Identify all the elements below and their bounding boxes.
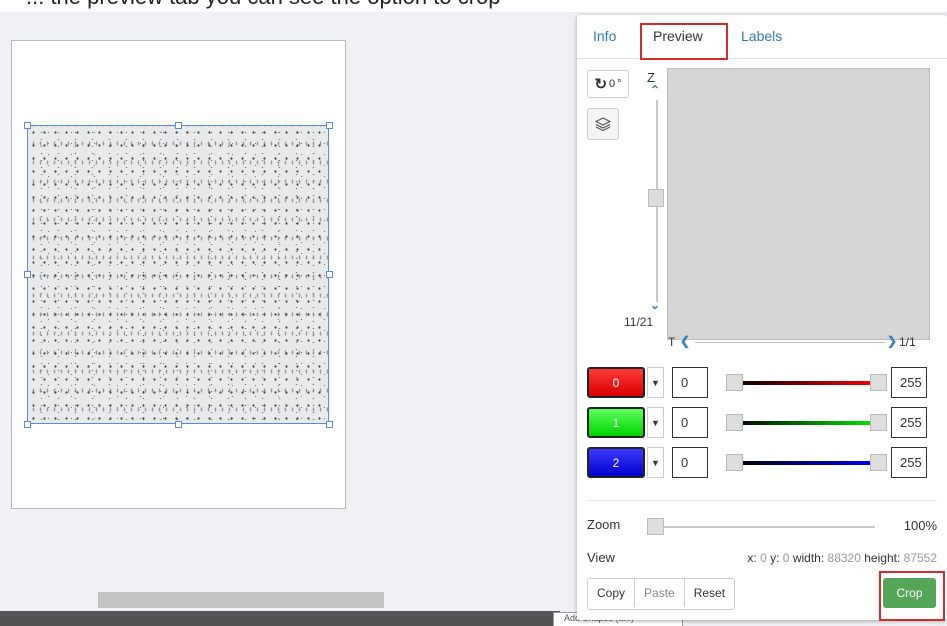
- reset-button[interactable]: Reset: [684, 579, 735, 607]
- crop-handle-bottom-left[interactable]: [24, 421, 31, 428]
- channel-range-slider[interactable]: [735, 461, 878, 465]
- channel-row-green: 1 ▼ 0 255: [587, 406, 947, 440]
- channel-menu-button[interactable]: ▼: [647, 407, 664, 438]
- channel-min-input[interactable]: 0: [672, 447, 708, 478]
- crop-handle-left[interactable]: [24, 271, 31, 278]
- channel-min-handle[interactable]: [726, 374, 743, 391]
- view-x-label: x:: [747, 551, 757, 565]
- channel-range-slider[interactable]: [735, 421, 878, 425]
- t-position: 1/1: [899, 335, 916, 349]
- channel-index: 0: [612, 375, 620, 390]
- crop-handle-top[interactable]: [175, 122, 182, 129]
- zoom-slider-handle[interactable]: [647, 518, 664, 535]
- caret-down-icon: ▼: [651, 457, 660, 468]
- paste-button[interactable]: Paste: [635, 579, 685, 607]
- roi-button-group: Copy Paste Reset: [587, 578, 736, 610]
- crop-handle-bottom-right[interactable]: [326, 421, 333, 428]
- channel-min-handle[interactable]: [726, 414, 743, 431]
- view-width-value: 88320: [827, 551, 861, 565]
- divider: [587, 500, 937, 501]
- channel-row-red: 0 ▼ 0 255: [587, 366, 947, 400]
- rotate-button[interactable]: ↻ 0 °: [587, 70, 629, 98]
- caret-down-icon: ▼: [651, 377, 660, 388]
- channel-color-button[interactable]: 1: [587, 407, 645, 438]
- tab-labels[interactable]: Labels: [741, 28, 782, 44]
- copy-button[interactable]: Copy: [588, 579, 636, 607]
- panel-tabs: Info Preview Labels: [577, 15, 947, 59]
- channel-max-input[interactable]: 255: [891, 407, 927, 438]
- caret-down-icon: ▼: [651, 417, 660, 428]
- t-slider-track[interactable]: [695, 342, 885, 343]
- bottom-bar: [0, 611, 560, 626]
- horizontal-scrollbar-thumb[interactable]: [98, 592, 384, 608]
- rotation-unit: °: [617, 78, 622, 90]
- view-height-label: height:: [864, 551, 901, 565]
- channel-min-input[interactable]: 0: [672, 367, 708, 398]
- channel-max-input[interactable]: 255: [891, 447, 927, 478]
- highlight-preview-tab: [640, 23, 728, 60]
- channel-min-handle[interactable]: [726, 454, 743, 471]
- channel-max-input[interactable]: 255: [891, 367, 927, 398]
- highlight-crop-button: [879, 571, 945, 621]
- zoom-label: Zoom: [587, 517, 621, 532]
- zoom-value: 100%: [903, 518, 937, 533]
- layers-icon: [595, 117, 611, 132]
- chevron-up-icon[interactable]: ⌃: [650, 83, 660, 97]
- crop-handle-right[interactable]: [326, 271, 333, 278]
- caption-strip: ... the preview tab you can see the opti…: [0, 0, 947, 12]
- chevron-right-icon[interactable]: ❯: [887, 334, 897, 348]
- rotation-value: 0: [609, 78, 616, 90]
- view-label: View: [587, 550, 615, 565]
- view-y-label: y:: [770, 551, 780, 565]
- channel-index: 1: [612, 415, 620, 430]
- channel-row-blue: 2 ▼ 0 255: [587, 446, 947, 480]
- t-axis-label: T: [668, 335, 676, 349]
- crop-handle-top-left[interactable]: [24, 122, 31, 129]
- view-y-value: 0: [782, 551, 790, 565]
- channel-max-handle[interactable]: [870, 374, 887, 391]
- channel-color-button[interactable]: 0: [587, 367, 645, 398]
- crop-selection[interactable]: [27, 125, 329, 424]
- view-height-value: 87552: [903, 551, 937, 565]
- crop-handle-top-right[interactable]: [326, 122, 333, 129]
- view-coordinates: x: 0 y: 0 width: 88320 height: 87552: [747, 551, 937, 565]
- channel-menu-button[interactable]: ▼: [647, 367, 664, 398]
- layers-button[interactable]: [587, 108, 619, 140]
- channel-menu-button[interactable]: ▼: [647, 447, 664, 478]
- channel-max-handle[interactable]: [870, 414, 887, 431]
- channel-index: 2: [612, 455, 620, 470]
- z-position: 11/21: [624, 315, 654, 329]
- channel-color-button[interactable]: 2: [587, 447, 645, 478]
- z-slider-thumb[interactable]: [648, 189, 664, 207]
- zoom-slider-track[interactable]: [655, 526, 875, 528]
- crop-handle-bottom[interactable]: [175, 421, 182, 428]
- channel-range-slider[interactable]: [735, 381, 878, 385]
- caption-text: ... the preview tab you can see the opti…: [26, 0, 501, 10]
- preview-panel: Info Preview Labels ↻ 0 ° Z ⌃ ⌄ 11/21 T …: [577, 15, 947, 621]
- preview-thumbnail: [667, 68, 930, 340]
- view-x-value: 0: [760, 551, 767, 565]
- rotate-icon: ↻: [594, 76, 608, 93]
- tab-info[interactable]: Info: [593, 28, 616, 44]
- channel-min-input[interactable]: 0: [672, 407, 708, 438]
- chevron-down-icon[interactable]: ⌄: [650, 298, 660, 312]
- chevron-left-icon[interactable]: ❮: [680, 334, 690, 348]
- view-width-label: width:: [792, 551, 825, 565]
- channel-max-handle[interactable]: [870, 454, 887, 471]
